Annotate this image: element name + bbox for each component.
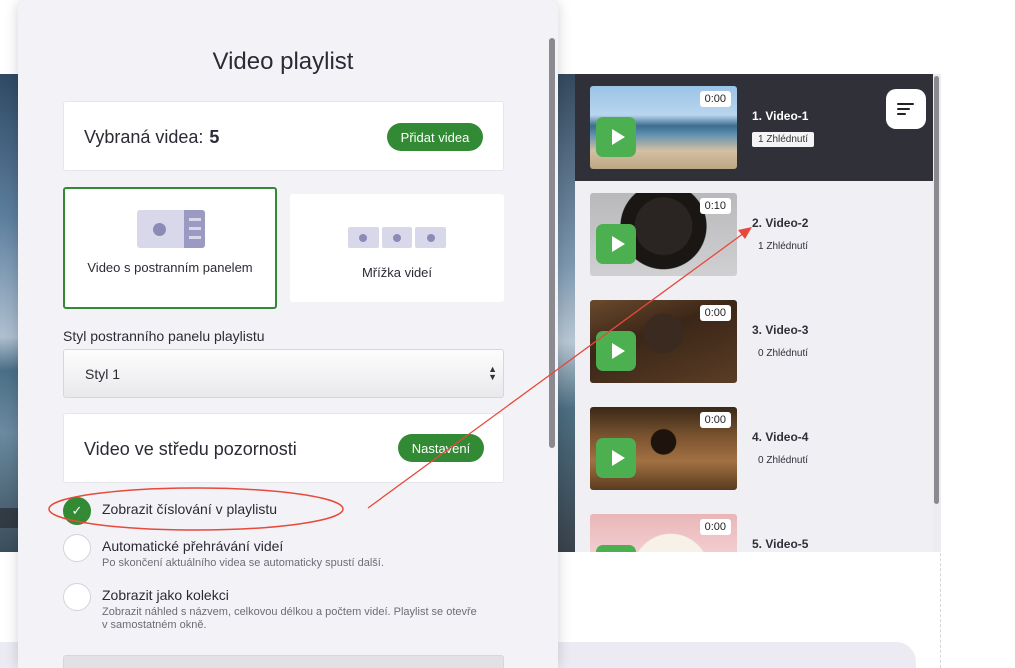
option-title[interactable]: Automatické přehrávání videí [102, 538, 283, 554]
playlist-item[interactable]: 0:00 4. Video-4 0 Zhlédnutí [575, 395, 933, 502]
panel-scrollbar-thumb[interactable] [549, 38, 555, 448]
video-thumbnail[interactable]: 0:00 [590, 86, 737, 169]
duration-badge: 0:10 [699, 198, 731, 214]
playlist-item[interactable]: 0:00 1. Video-1 1 Zhlédnutí [575, 74, 933, 181]
video-thumbnail[interactable]: 0:00 [590, 300, 737, 383]
playlist-item[interactable]: 0:00 5. Video-5 [575, 502, 933, 552]
playlist-scrollbar-thumb[interactable] [934, 76, 939, 504]
next-setting-box[interactable] [63, 655, 504, 668]
select-arrows-icon: ▲ ▼ [488, 364, 497, 382]
playlist-item[interactable]: 0:00 3. Video-3 0 Zhlédnutí [575, 288, 933, 395]
playlist-item[interactable]: 0:10 2. Video-2 1 Zhlédnutí [575, 181, 933, 288]
duration-badge: 0:00 [699, 519, 731, 535]
selected-videos-label: Vybraná videa: 5 [84, 127, 220, 147]
option-title[interactable]: Zobrazit číslování v playlistu [102, 501, 277, 517]
option-subtitle: Zobrazit náhled s názvem, celkovou délko… [102, 606, 477, 631]
sidebar-layout-icon [137, 210, 205, 248]
spotlight-label: Video ve středu pozornosti [84, 439, 297, 459]
duration-badge: 0:00 [699, 412, 731, 428]
panel-title: Video playlist [212, 48, 354, 75]
video-thumbnail[interactable]: 0:00 [590, 407, 737, 490]
selected-videos-card: Vybraná videa: 5 Přidat videa [63, 101, 504, 171]
views-count: 1 Zhlédnutí [758, 241, 809, 252]
option-subtitle: Po skončení aktuálního videa se automati… [102, 557, 384, 569]
play-icon[interactable] [596, 438, 636, 478]
playlist-sidebar: 0:00 1. Video-1 1 Zhlédnutí 0:10 2. Vide… [575, 74, 933, 552]
video-thumbnail[interactable]: 0:00 [590, 514, 737, 552]
check-icon[interactable]: ✓ [63, 497, 91, 525]
play-icon[interactable] [596, 545, 636, 552]
editor-stage: 0:00 1. Video-1 1 Zhlédnutí 0:10 2. Vide… [0, 0, 1015, 668]
views-count: 0 Zhlédnutí [758, 455, 809, 466]
spotlight-card: Video ve středu pozornosti Nastavení [63, 413, 504, 483]
video-title[interactable]: 4. Video-4 [752, 430, 808, 444]
add-videos-button[interactable]: Přidat videa [387, 123, 483, 151]
sort-menu-button[interactable] [886, 89, 926, 129]
play-icon[interactable] [596, 331, 636, 371]
sidebar-style-select[interactable]: Styl 1 ▲ ▼ [63, 349, 504, 398]
layout-option-label: Video s postranním panelem [87, 260, 253, 275]
duration-badge: 0:00 [699, 305, 731, 321]
grid-layout-icon [348, 227, 447, 248]
option-radio[interactable] [63, 534, 91, 562]
views-count: 1 Zhlédnutí [752, 132, 815, 147]
video-title[interactable]: 2. Video-2 [752, 216, 808, 230]
widget-boundary-line [940, 548, 941, 668]
duration-badge: 0:00 [699, 91, 731, 107]
layout-option-sidebar[interactable]: Video s postranním panelem [63, 187, 277, 309]
video-title[interactable]: 5. Video-5 [752, 537, 808, 551]
sort-lines-icon [897, 103, 914, 105]
option-radio[interactable] [63, 583, 91, 611]
layout-option-grid[interactable]: Mřížka videí [290, 194, 504, 302]
play-icon[interactable] [596, 224, 636, 264]
layout-option-label: Mřížka videí [361, 265, 433, 280]
sidebar-style-value: Styl 1 [85, 366, 121, 382]
sidebar-style-label: Styl postranního panelu playlistu [63, 328, 265, 344]
play-icon[interactable] [596, 117, 636, 157]
background-video-edge [555, 74, 575, 552]
views-count: 0 Zhlédnutí [758, 348, 809, 359]
playlist-settings-panel: Video playlist Vybraná videa: 5 Přidat vi… [18, 0, 558, 668]
video-title[interactable]: 1. Video-1 [752, 109, 808, 123]
selected-videos-count: 5 [209, 127, 220, 147]
spotlight-settings-button[interactable]: Nastavení [398, 434, 484, 462]
video-thumbnail[interactable]: 0:10 [590, 193, 737, 276]
option-title[interactable]: Zobrazit jako kolekci [102, 587, 229, 603]
video-title[interactable]: 3. Video-3 [752, 323, 808, 337]
